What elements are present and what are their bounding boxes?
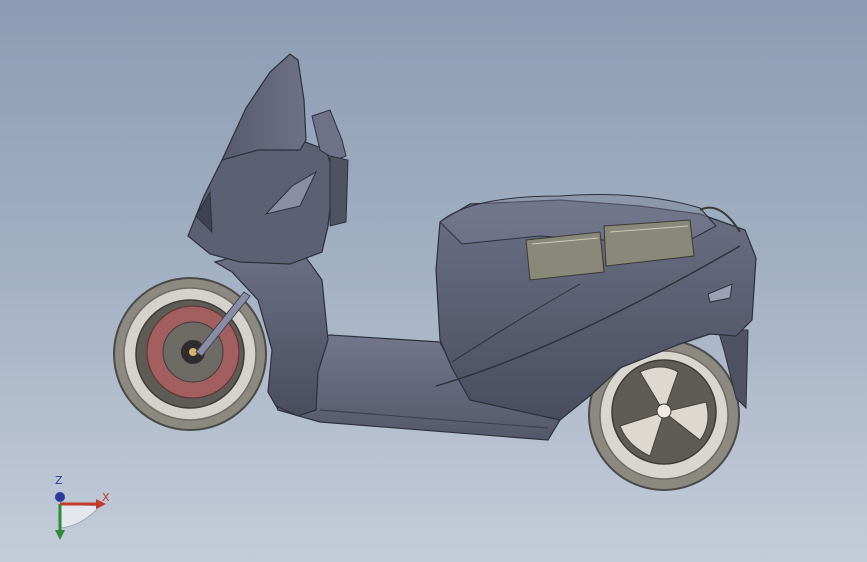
handlebar-post [329,155,349,227]
coordinate-triad: X Z [38,472,128,544]
triad-axes [55,492,106,540]
scooter-3d-model[interactable] [0,0,867,562]
z-axis-label: Z [55,474,63,487]
windscreen [220,53,307,161]
x-axis-label: X [102,491,110,504]
graphics-viewport[interactable]: X Z [0,0,867,562]
z-axis-arrow [55,492,65,502]
